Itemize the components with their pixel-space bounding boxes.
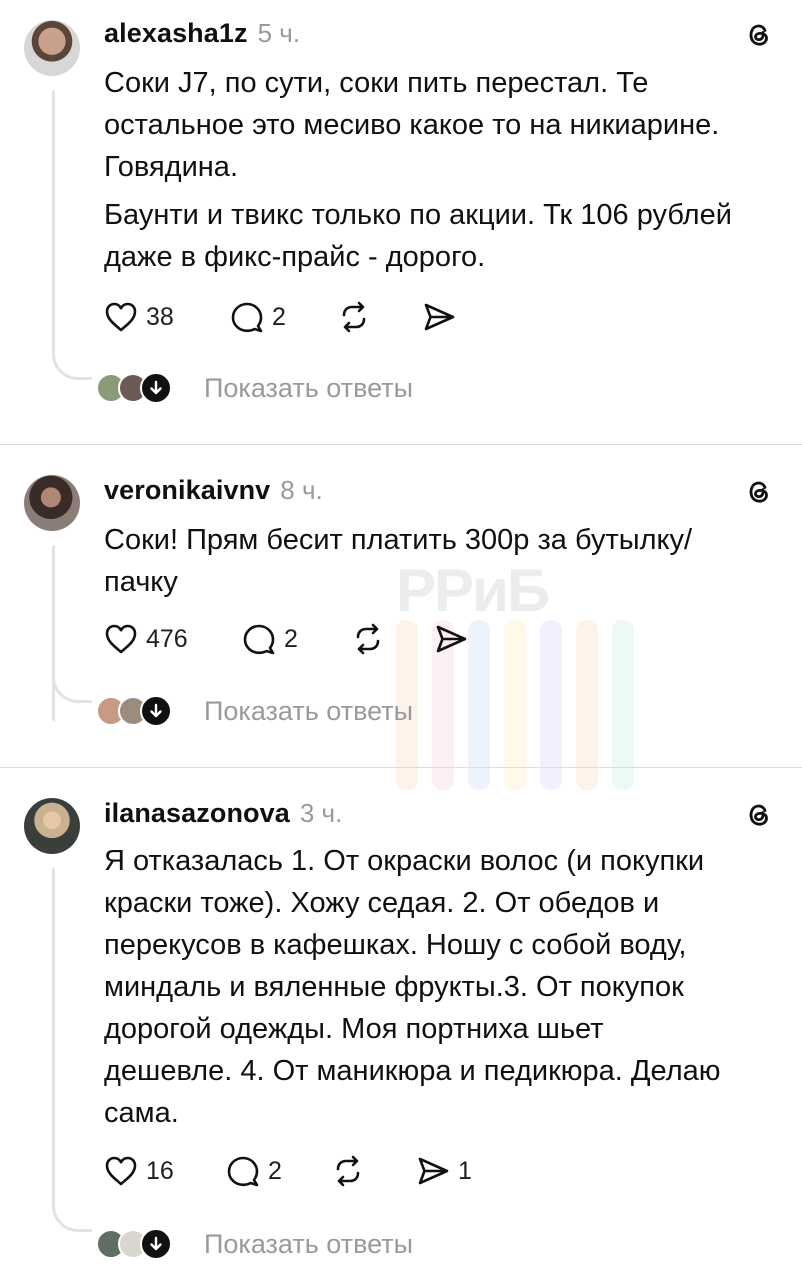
like-count: 16 (146, 1156, 174, 1185)
comment-count: 2 (284, 624, 298, 653)
thread-curve (52, 677, 92, 703)
send-icon (418, 1157, 449, 1185)
show-replies[interactable]: Показать ответы (96, 693, 413, 729)
post-body: Соки J7, по сути, соки пить перестал. Те… (104, 62, 784, 278)
post-line: Соки! Прям бесит платить 300р за бутылку… (104, 524, 693, 556)
username[interactable]: veronikaivnv (104, 475, 270, 506)
show-replies[interactable]: Показать ответы (96, 370, 413, 406)
username[interactable]: ilanasazonova (104, 798, 290, 829)
comment-count: 2 (268, 1156, 282, 1185)
arrow-down-icon (140, 695, 172, 727)
repost-icon (336, 1155, 360, 1187)
like-button[interactable]: 16 (104, 1154, 174, 1188)
repost-button[interactable] (352, 622, 384, 656)
like-count: 476 (146, 624, 188, 653)
post-line: Я отказалась 1. От окраски волос (и поку… (104, 845, 705, 877)
post-line: сама. (104, 1097, 179, 1129)
heart-icon (105, 302, 137, 332)
avatar[interactable] (24, 475, 80, 531)
post-line: Баунти и твикс только по акции. Тк 106 р… (104, 199, 732, 231)
post-body: Я отказалась 1. От окраски волос (и поку… (104, 840, 784, 1134)
post-line: краски тоже). Хожу седая. 2. От обедов и (104, 887, 660, 919)
threads-logo-icon[interactable] (744, 800, 774, 830)
comment-count: 2 (272, 302, 286, 331)
like-button[interactable]: 38 (104, 300, 174, 334)
thread-line (52, 868, 55, 1206)
send-icon (424, 303, 455, 331)
share-button[interactable] (422, 300, 456, 334)
comment-icon (243, 624, 275, 655)
share-button[interactable]: 1 (416, 1154, 472, 1188)
comment-icon (231, 302, 263, 333)
post-line: даже в фикс-прайс - дорого. (104, 241, 486, 273)
repost-icon (356, 623, 380, 655)
repost-button[interactable] (332, 1154, 364, 1188)
show-replies-label: Показать ответы (204, 372, 413, 403)
repost-button[interactable] (338, 300, 370, 334)
post-line: пачку (104, 566, 178, 598)
thread-line (52, 545, 55, 721)
comment-button[interactable]: 2 (242, 622, 298, 656)
username[interactable]: alexasha1z (104, 18, 248, 49)
heart-icon (105, 1156, 137, 1186)
comment-button[interactable]: 2 (226, 1154, 282, 1188)
like-button[interactable]: 476 (104, 622, 188, 656)
show-replies[interactable]: Показать ответы (96, 1226, 413, 1262)
arrow-down-icon (140, 372, 172, 404)
show-replies-label: Показать ответы (204, 1228, 413, 1259)
show-replies-label: Показать ответы (204, 695, 413, 726)
avatar[interactable] (24, 20, 80, 76)
comment-button[interactable]: 2 (230, 300, 286, 334)
post-line: дешевле. 4. От маникюра и педикюра. Дела… (104, 1055, 721, 1087)
share-button[interactable] (434, 622, 468, 656)
threads-logo-icon[interactable] (744, 477, 774, 507)
thread-line (52, 90, 55, 354)
post-line: перекусов в кафешках. Ношу с собой воду, (104, 929, 687, 961)
repost-icon (342, 301, 366, 333)
post-alexasha1z: alexasha1z 5 ч. Соки J7, по сути, соки п… (0, 0, 802, 444)
heart-icon (105, 624, 137, 654)
thread-curve (52, 1206, 92, 1232)
timestamp: 5 ч. (257, 18, 301, 48)
threads-logo-icon[interactable] (744, 20, 774, 50)
post-header: veronikaivnv 8 ч. (104, 475, 323, 506)
post-line: миндаль и вяленные фрукты.3. От покупок (104, 971, 684, 1003)
post-body: Соки! Прям бесит платить 300р за бутылку… (104, 519, 784, 603)
post-veronikaivnv: veronikaivnv 8 ч. Соки! Прям бесит плати… (0, 445, 802, 767)
thread-curve (52, 354, 92, 380)
post-ilanasazonova: ilanasazonova 3 ч. Я отказалась 1. От ок… (0, 768, 802, 1280)
comment-icon (227, 1156, 259, 1187)
post-header: alexasha1z 5 ч. (104, 18, 300, 49)
post-line: Соки J7, по сути, соки пить перестал. Те (104, 67, 649, 99)
post-line: дорогой одежды. Моя портниха шьет (104, 1013, 604, 1045)
avatar[interactable] (24, 798, 80, 854)
send-icon (436, 625, 467, 653)
timestamp: 8 ч. (280, 475, 323, 505)
post-header: ilanasazonova 3 ч. (104, 798, 342, 829)
arrow-down-icon (140, 1228, 172, 1260)
post-line: остальное это месиво какое то на никиари… (104, 109, 720, 141)
share-count: 1 (458, 1156, 472, 1185)
timestamp: 3 ч. (299, 798, 343, 828)
like-count: 38 (146, 302, 174, 331)
post-line: Говядина. (104, 151, 238, 183)
